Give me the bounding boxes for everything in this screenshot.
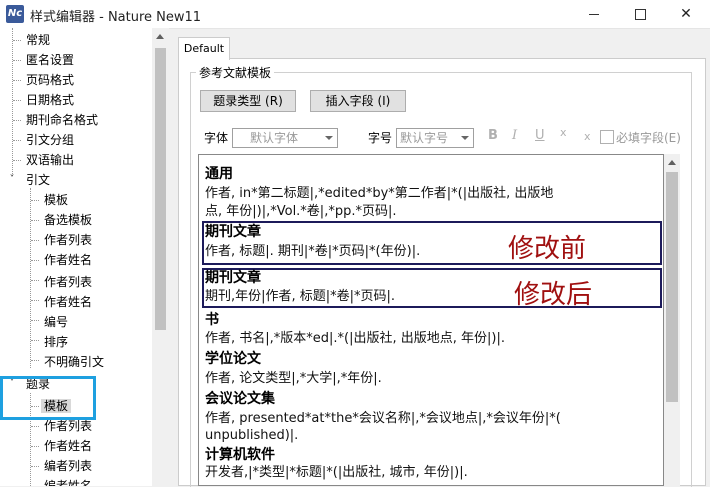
type-heading-journal-after: 期刊文章	[205, 270, 261, 286]
close-icon: ✕	[680, 6, 692, 22]
type-heading-general: 通用	[205, 166, 233, 182]
after-annotation-label: 修改后	[514, 280, 593, 310]
tree-item-bib-editor-name[interactable]: 编者姓名	[44, 476, 92, 486]
group-label: 参考文献模板	[196, 64, 275, 81]
before-annotation-label: 修改前	[508, 234, 587, 264]
app-icon: Nc	[6, 5, 24, 23]
type-heading-software: 计算机软件	[205, 447, 275, 463]
scrollbar-thumb[interactable]	[666, 172, 678, 402]
tab-default[interactable]: Default	[178, 37, 230, 60]
type-heading-thesis: 学位论文	[205, 351, 261, 367]
tree-item-citation-group[interactable]: 引文分组	[26, 130, 74, 150]
template-line: 作者, 标题|. 期刊|*卷|*页码|*(年份)|.	[205, 244, 421, 259]
tree-item-page-format[interactable]: 页码格式	[26, 70, 74, 90]
scroll-up-icon[interactable]	[668, 160, 676, 165]
scrollbar-thumb[interactable]	[155, 48, 166, 330]
template-line: unpublished)|.	[205, 428, 299, 443]
italic-button[interactable]: I	[512, 128, 517, 143]
tree-item-date-format[interactable]: 日期格式	[26, 90, 74, 110]
bold-button[interactable]: B	[488, 128, 498, 143]
size-select[interactable]: 默认字号	[396, 128, 474, 148]
template-line: 开发者,|*类型|*标题|*(|出版社, 城市, 年份|)|.	[205, 465, 468, 480]
template-line: 作者, presented*at*the*会议名称|,*会议地点|,*会议年份|…	[205, 411, 561, 426]
maximize-button[interactable]	[617, 0, 663, 28]
minimize-icon	[589, 13, 599, 15]
template-line: 作者, 书名|,*版本*ed|.*(|出版社, 出版地点, 年份|)|.	[205, 331, 505, 346]
reference-type-button[interactable]: 题录类型 (R)	[200, 90, 296, 112]
type-heading-book: 书	[205, 312, 219, 328]
template-line: 作者, 论文类型|,*大学|,*年份|.	[205, 371, 382, 386]
underline-button[interactable]: U	[535, 128, 545, 143]
tree-guide-line	[30, 188, 31, 368]
type-heading-journal-before: 期刊文章	[205, 224, 261, 240]
tree-item-number[interactable]: 编号	[44, 312, 68, 332]
scroll-up-icon[interactable]	[156, 34, 164, 39]
tree-item-bib-editor-list[interactable]: 编者列表	[44, 456, 92, 476]
expand-chevron-icon[interactable]: ˅	[7, 175, 17, 185]
minimize-button[interactable]	[571, 0, 617, 28]
tree-item-citation-template[interactable]: 模板	[44, 190, 68, 210]
subscript-button[interactable]: x	[584, 130, 591, 143]
tree-guide-line	[12, 28, 13, 176]
tree-scrollbar[interactable]	[152, 28, 169, 486]
tree-item-citation[interactable]: 引文	[26, 170, 50, 190]
tree-item-author-list[interactable]: 作者列表	[44, 230, 92, 250]
tree-item-anonymous[interactable]: 匿名设置	[26, 50, 74, 70]
chevron-down-icon	[461, 136, 469, 140]
size-label: 字号	[368, 131, 393, 145]
chevron-down-icon	[325, 136, 333, 140]
close-button[interactable]: ✕	[663, 0, 709, 28]
tree-item-ambiguous[interactable]: 不明确引文	[44, 352, 104, 372]
size-select-value: 默认字号	[400, 131, 449, 145]
editor-scrollbar[interactable]	[664, 154, 680, 486]
template-line: 作者, in*第二标题|,*edited*by*第二作者|*(|出版社, 出版地	[205, 186, 554, 201]
tree-item-alt-template[interactable]: 备选模板	[44, 210, 92, 230]
font-label: 字体	[204, 131, 229, 145]
tree-item-bilingual[interactable]: 双语输出	[26, 150, 74, 170]
window-title: 样式编辑器 - Nature New11	[30, 10, 202, 25]
font-select[interactable]: 默认字体	[232, 128, 338, 148]
tree-item-sort[interactable]: 排序	[44, 332, 68, 352]
tree-item-author-name-2[interactable]: 作者姓名	[44, 292, 92, 312]
insert-field-button[interactable]: 插入字段 (I)	[310, 90, 406, 112]
tree-item-author-list-2[interactable]: 作者列表	[44, 272, 92, 292]
title-bar: Nc 样式编辑器 - Nature New11 ✕	[0, 0, 710, 29]
tree-item-author-name[interactable]: 作者姓名	[44, 250, 92, 270]
template-line: 点, 年份|)|,*Vol.*卷|,*pp.*页码|.	[205, 204, 397, 219]
type-heading-conference: 会议论文集	[205, 391, 275, 407]
required-field-checkbox[interactable]	[600, 130, 614, 144]
maximize-icon	[634, 8, 646, 20]
font-select-value: 默认字体	[250, 131, 299, 145]
template-line: 期刊,年份|作者, 标题|*卷|*页码|.	[205, 289, 396, 304]
tree-item-journal-name[interactable]: 期刊命名格式	[26, 110, 98, 130]
tree-item-general[interactable]: 常规	[26, 30, 50, 50]
required-field-label: 必填字段(E)	[616, 131, 681, 145]
selection-highlight-box	[0, 376, 96, 420]
tree-item-bib-author-name[interactable]: 作者姓名	[44, 436, 92, 456]
superscript-button[interactable]: x	[560, 126, 567, 139]
